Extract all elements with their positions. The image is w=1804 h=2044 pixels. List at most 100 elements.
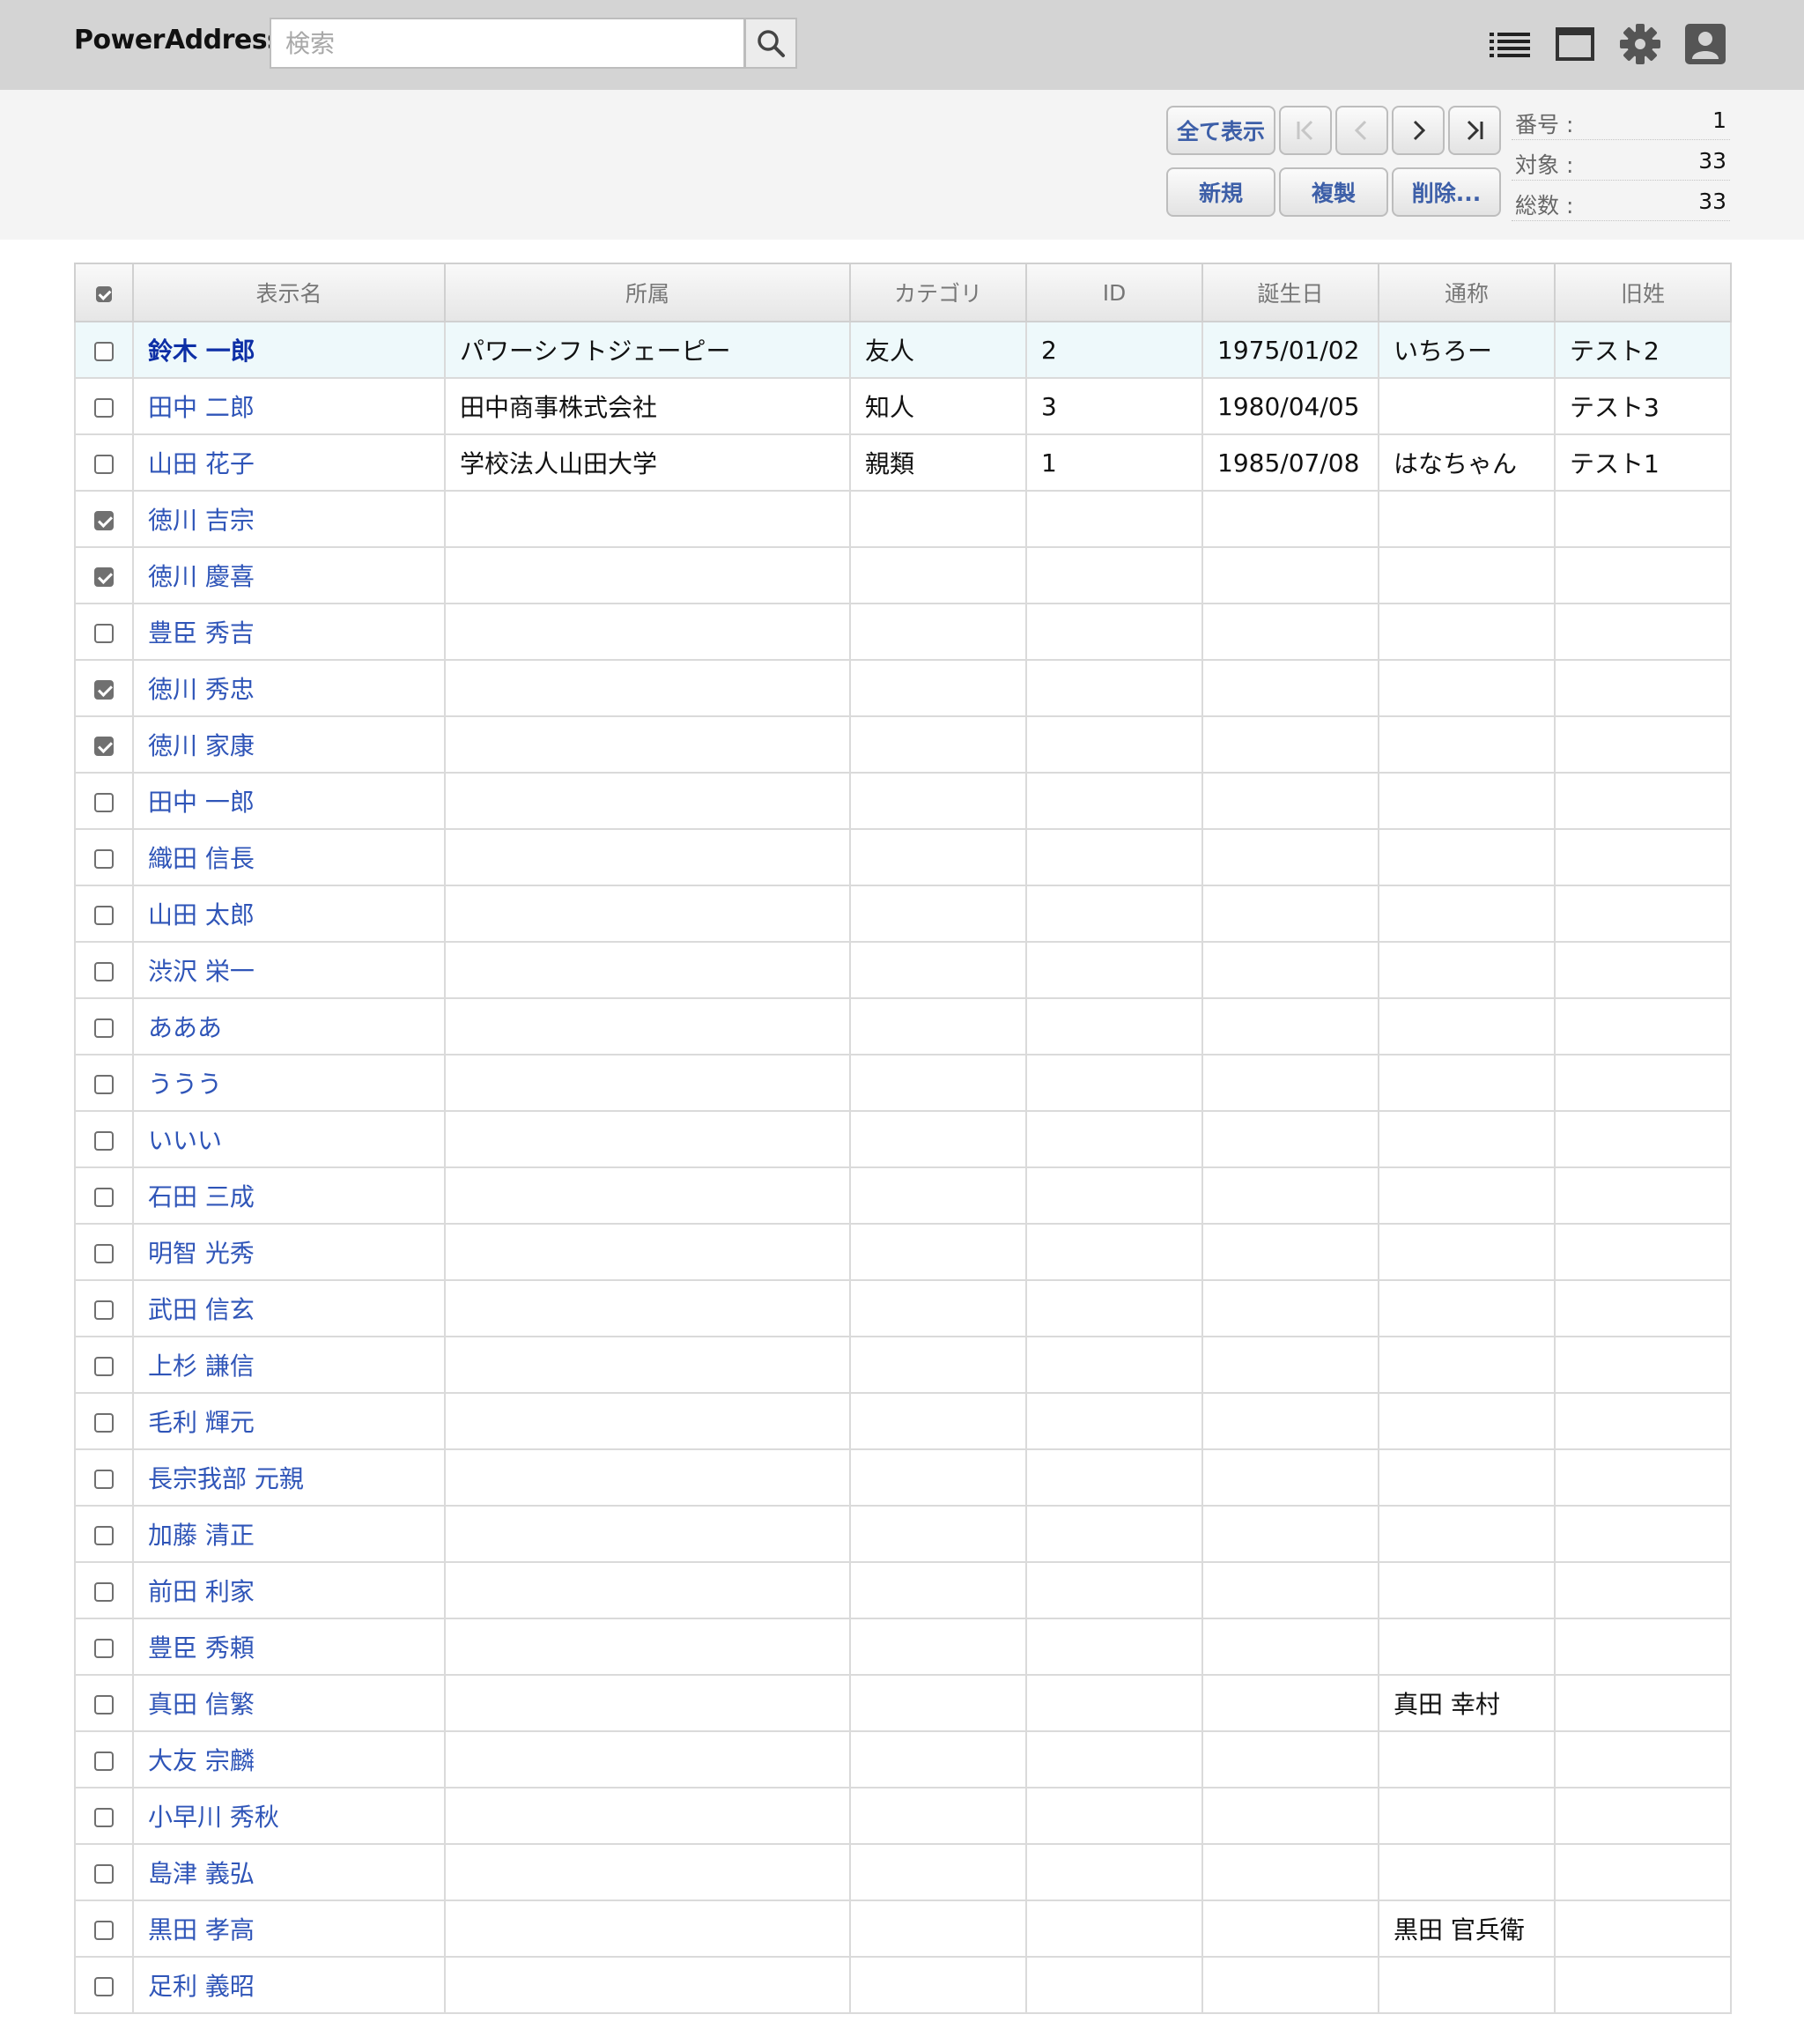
row-select-cell[interactable]: [74, 997, 134, 1055]
display-name-cell[interactable]: 大友 宗麟: [132, 1730, 446, 1788]
row-select-cell[interactable]: [74, 433, 134, 492]
row-checkbox[interactable]: [94, 1018, 114, 1038]
prev-record-button[interactable]: [1335, 106, 1388, 155]
display-name-cell[interactable]: 上杉 謙信: [132, 1336, 446, 1394]
row-checkbox[interactable]: [94, 1074, 114, 1094]
row-select-cell[interactable]: [74, 772, 134, 830]
row-select-cell[interactable]: [74, 1054, 134, 1112]
table-row[interactable]: 豊臣 秀吉: [74, 603, 1732, 661]
row-select-cell[interactable]: [74, 1730, 134, 1788]
table-row[interactable]: 小早川 秀秋: [74, 1787, 1732, 1845]
table-row[interactable]: 渋沢 栄一: [74, 941, 1732, 999]
table-row[interactable]: 上杉 謙信: [74, 1336, 1732, 1394]
row-checkbox[interactable]: [94, 1187, 114, 1207]
row-checkbox[interactable]: [94, 397, 114, 418]
display-name-cell[interactable]: いいい: [132, 1110, 446, 1168]
row-checkbox[interactable]: [94, 736, 114, 756]
row-checkbox[interactable]: [94, 623, 114, 643]
select-all-checkbox[interactable]: [96, 285, 112, 302]
row-checkbox[interactable]: [94, 454, 114, 474]
row-checkbox[interactable]: [94, 1976, 114, 1996]
row-select-cell[interactable]: [74, 1392, 134, 1450]
table-row[interactable]: 田中 二郎 田中商事株式会社 知人 3 1980/04/05 テスト3: [74, 377, 1732, 435]
display-name-cell[interactable]: 織田 信長: [132, 828, 446, 886]
table-row[interactable]: 鈴木 一郎 パワーシフトジェーピー 友人 2 1975/01/02 いちろー テスト2: [74, 321, 1732, 379]
row-select-cell[interactable]: [74, 1900, 134, 1958]
display-name-cell[interactable]: 明智 光秀: [132, 1223, 446, 1281]
row-select-cell[interactable]: [74, 1843, 134, 1901]
row-checkbox[interactable]: [94, 1243, 114, 1263]
column-header-organization[interactable]: 所属: [444, 263, 851, 322]
display-name-cell[interactable]: ううう: [132, 1054, 446, 1112]
row-select-cell[interactable]: [74, 1787, 134, 1845]
row-select-cell[interactable]: [74, 1956, 134, 2014]
row-select-cell[interactable]: [74, 1110, 134, 1168]
table-row[interactable]: ううう: [74, 1054, 1732, 1112]
column-header-display-name[interactable]: 表示名: [132, 263, 446, 322]
table-row[interactable]: 明智 光秀: [74, 1223, 1732, 1281]
row-select-cell[interactable]: [74, 603, 134, 661]
row-checkbox[interactable]: [94, 1751, 114, 1771]
row-select-cell[interactable]: [74, 1279, 134, 1337]
row-checkbox[interactable]: [94, 1469, 114, 1489]
search-button[interactable]: [744, 18, 797, 69]
table-row[interactable]: 前田 利家: [74, 1561, 1732, 1619]
row-select-cell[interactable]: [74, 715, 134, 774]
row-checkbox[interactable]: [94, 1412, 114, 1433]
row-select-cell[interactable]: [74, 659, 134, 717]
search-input[interactable]: [270, 18, 745, 69]
display-name-cell[interactable]: 長宗我部 元親: [132, 1448, 446, 1507]
table-row[interactable]: 徳川 慶喜: [74, 546, 1732, 604]
table-row[interactable]: あああ: [74, 997, 1732, 1055]
display-name-cell[interactable]: 豊臣 秀頼: [132, 1618, 446, 1676]
last-record-button[interactable]: [1448, 106, 1501, 155]
table-row[interactable]: 徳川 秀忠: [74, 659, 1732, 717]
row-select-cell[interactable]: [74, 1448, 134, 1507]
row-checkbox[interactable]: [94, 1356, 114, 1376]
display-name-cell[interactable]: 渋沢 栄一: [132, 941, 446, 999]
account-button[interactable]: [1682, 21, 1728, 67]
row-select-cell[interactable]: [74, 321, 134, 379]
table-row[interactable]: 真田 信繁 真田 幸村: [74, 1674, 1732, 1732]
display-name-cell[interactable]: 小早川 秀秋: [132, 1787, 446, 1845]
list-view-button[interactable]: [1487, 21, 1533, 67]
row-select-cell[interactable]: [74, 885, 134, 943]
table-row[interactable]: 黒田 孝高 黒田 官兵衛: [74, 1900, 1732, 1958]
table-row[interactable]: 武田 信玄: [74, 1279, 1732, 1337]
row-select-cell[interactable]: [74, 1505, 134, 1563]
display-name-cell[interactable]: 鈴木 一郎: [132, 321, 446, 379]
table-row[interactable]: 山田 太郎: [74, 885, 1732, 943]
row-select-cell[interactable]: [74, 1618, 134, 1676]
table-row[interactable]: 島津 義弘: [74, 1843, 1732, 1901]
table-row[interactable]: 徳川 家康: [74, 715, 1732, 774]
display-name-cell[interactable]: 田中 一郎: [132, 772, 446, 830]
row-checkbox[interactable]: [94, 341, 114, 361]
duplicate-record-button[interactable]: 複製: [1279, 167, 1388, 217]
row-select-cell[interactable]: [74, 490, 134, 548]
column-header-id[interactable]: ID: [1025, 263, 1203, 322]
row-checkbox[interactable]: [94, 679, 114, 700]
row-select-cell[interactable]: [74, 546, 134, 604]
display-name-cell[interactable]: 山田 太郎: [132, 885, 446, 943]
display-name-cell[interactable]: 前田 利家: [132, 1561, 446, 1619]
display-name-cell[interactable]: 徳川 家康: [132, 715, 446, 774]
row-checkbox[interactable]: [94, 567, 114, 587]
display-name-cell[interactable]: 徳川 慶喜: [132, 546, 446, 604]
table-row[interactable]: 山田 花子 学校法人山田大学 親類 1 1985/07/08 はなちゃん テスト1: [74, 433, 1732, 492]
display-name-cell[interactable]: 山田 花子: [132, 433, 446, 492]
column-header-category[interactable]: カテゴリ: [849, 263, 1027, 322]
display-name-cell[interactable]: 豊臣 秀吉: [132, 603, 446, 661]
display-name-cell[interactable]: 武田 信玄: [132, 1279, 446, 1337]
table-row[interactable]: いいい: [74, 1110, 1732, 1168]
row-select-cell[interactable]: [74, 1223, 134, 1281]
table-row[interactable]: 徳川 吉宗: [74, 490, 1732, 548]
row-checkbox[interactable]: [94, 905, 114, 925]
select-all-header[interactable]: [74, 263, 134, 322]
table-row[interactable]: 大友 宗麟: [74, 1730, 1732, 1788]
row-checkbox[interactable]: [94, 1130, 114, 1151]
column-header-maiden-name[interactable]: 旧姓: [1554, 263, 1732, 322]
column-header-birthday[interactable]: 誕生日: [1201, 263, 1379, 322]
display-name-cell[interactable]: 黒田 孝高: [132, 1900, 446, 1958]
display-name-cell[interactable]: 足利 義昭: [132, 1956, 446, 2014]
delete-record-button[interactable]: 削除...: [1392, 167, 1501, 217]
